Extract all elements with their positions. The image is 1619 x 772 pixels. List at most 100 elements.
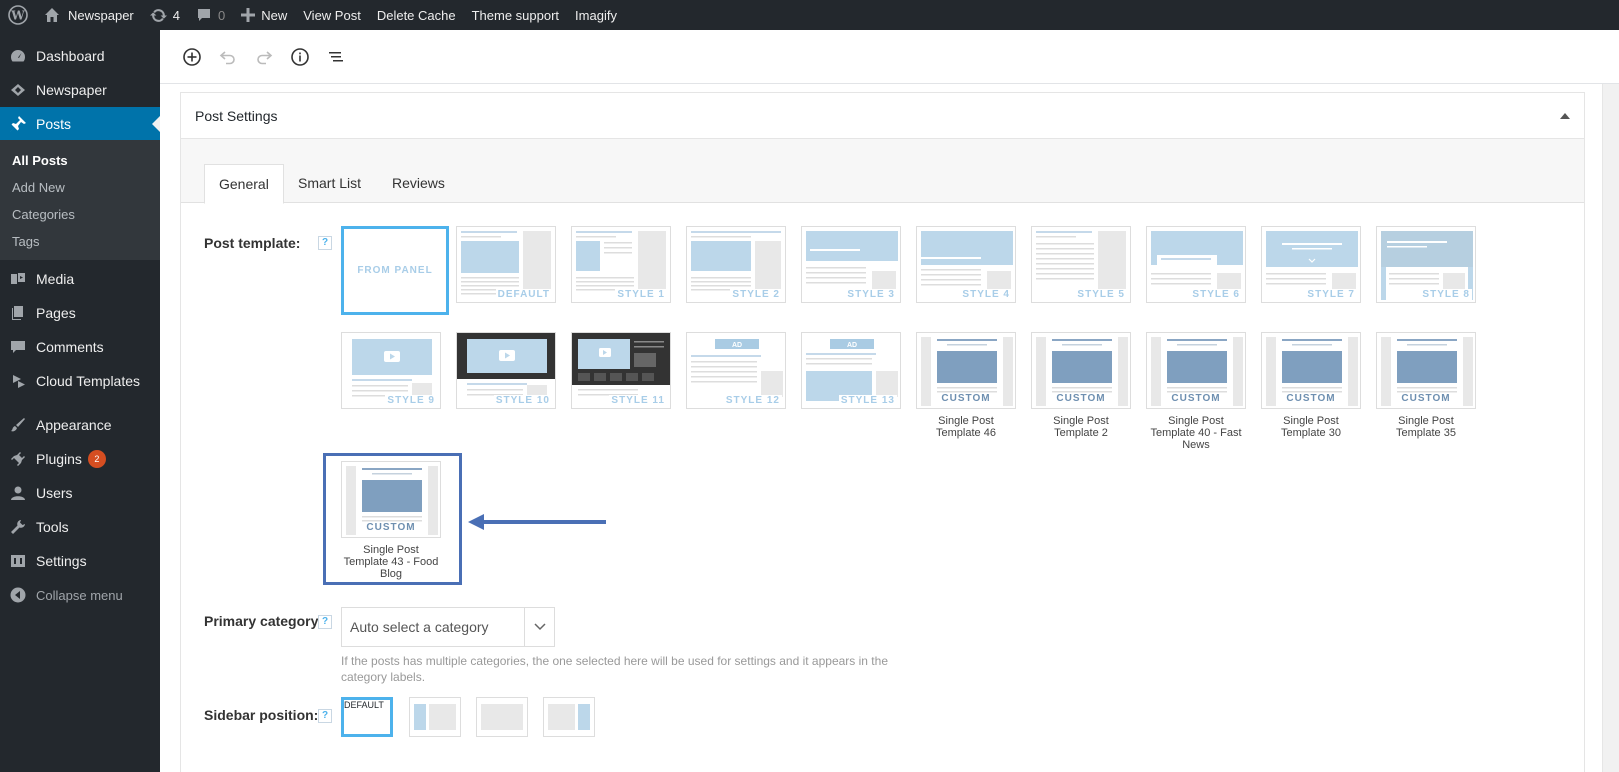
primary-category-label: Primary category: [204,613,324,629]
template-style-6[interactable]: STYLE 6 [1146,226,1246,303]
submenu-add-new[interactable]: Add New [0,174,160,201]
template-custom-30[interactable]: CUSTOM [1261,332,1361,409]
sidebar-item-media[interactable]: Media [0,262,160,296]
primary-category-select[interactable]: Auto select a category [341,607,555,647]
sidebar-item-cloud-templates[interactable]: Cloud Templates [0,364,160,398]
sidebar-item-label: Tools [36,519,69,535]
template-style-3[interactable]: STYLE 3 [801,226,901,303]
updates-link[interactable]: 4 [142,0,188,30]
undo-button[interactable] [210,39,246,75]
tab-reviews[interactable]: Reviews [378,164,459,204]
sidebar-item-posts[interactable]: Posts [0,107,160,140]
template-caption: Single Post Template 2 [1053,415,1109,439]
template-style-4[interactable]: STYLE 4 [916,226,1016,303]
submenu-all-posts[interactable]: All Posts [0,147,160,174]
home-icon [45,8,59,22]
wordpress-logo-button[interactable]: W [0,0,36,30]
submenu-categories[interactable]: Categories [0,201,160,228]
template-option-label: STYLE 7 [1305,289,1357,300]
pin-icon [9,115,27,133]
comments-count: 0 [218,7,226,23]
template-from-panel[interactable]: FROM PANEL [341,226,449,315]
users-icon [9,484,27,502]
post-template-help[interactable]: ? [318,236,332,250]
sidebar-item-dashboard[interactable]: Dashboard [0,39,160,73]
sidebar-item-label: Users [36,485,73,501]
tab-smart-list[interactable]: Smart List [284,164,375,204]
template-custom-43-food-blog[interactable]: CUSTOM [341,461,441,538]
template-style-13[interactable]: AD STYLE 13 [801,332,901,409]
view-post-link[interactable]: View Post [295,0,369,30]
undo-icon [219,50,235,64]
block-navigation-button[interactable] [318,39,354,75]
template-style-8[interactable]: STYLE 8 [1376,226,1476,303]
site-name-link[interactable]: Newspaper [36,0,142,30]
template-custom-2[interactable]: CUSTOM [1031,332,1131,409]
content-info-button[interactable] [282,39,318,75]
comments-icon [9,338,27,356]
sidebar-item-plugins[interactable]: Plugins 2 [0,442,160,476]
template-option-label: DEFAULT [495,289,552,300]
info-icon [291,47,309,66]
sidebar-item-comments[interactable]: Comments [0,330,160,364]
sidebar-position-help[interactable]: ? [318,709,332,723]
template-style-5[interactable]: STYLE 5 [1031,226,1131,303]
template-option-label: STYLE 11 [609,395,667,406]
template-custom-46[interactable]: CUSTOM [916,332,1016,409]
imagify-link[interactable]: Imagify [567,0,625,30]
sidebar-left-thumb [414,704,456,730]
delete-cache-link[interactable]: Delete Cache [369,0,464,30]
template-style-7[interactable]: STYLE 7 [1261,226,1361,303]
media-icon [9,270,27,288]
sidebar-default-label: DEFAULT [344,700,384,710]
template-option-label: STYLE 8 [1420,289,1472,300]
sidebar-position-left[interactable] [409,697,461,737]
add-block-button[interactable] [174,39,210,75]
sidebar-item-pages[interactable]: Pages [0,296,160,330]
template-custom-35[interactable]: CUSTOM [1376,332,1476,409]
template-custom-40[interactable]: CUSTOM [1146,332,1246,409]
template-style-10[interactable]: STYLE 10 [456,332,556,409]
svg-text:W: W [10,9,25,23]
sidebar-right-thumb [548,704,590,730]
redo-icon [257,50,273,64]
sidebar-position-default[interactable]: DEFAULT [341,697,393,737]
sidebar-item-users[interactable]: Users [0,476,160,510]
post-settings-header[interactable]: Post Settings [181,93,1584,139]
new-content-link[interactable]: New [233,0,295,30]
sidebar-item-settings[interactable]: Settings [0,544,160,578]
template-style-12[interactable]: AD STYLE 12 [686,332,786,409]
template-style-1[interactable]: STYLE 1 [571,226,671,303]
tab-general[interactable]: General [204,164,284,204]
sidebar-item-newspaper[interactable]: Newspaper [0,73,160,107]
comments-link[interactable]: 0 [188,0,233,30]
template-style-2[interactable]: STYLE 2 [686,226,786,303]
sidebar-position-right[interactable] [543,697,595,737]
template-default[interactable]: DEFAULT [456,226,556,303]
sidebar-item-label: Appearance [36,417,112,433]
collapse-triangle-icon[interactable] [1560,112,1570,120]
sidebar-item-appearance[interactable]: Appearance [0,408,160,442]
submenu-tags[interactable]: Tags [0,228,160,255]
content-scrollbar[interactable] [1602,84,1619,772]
sidebar-item-tools[interactable]: Tools [0,510,160,544]
annotation-arrow-icon [468,514,606,530]
collapse-menu-button[interactable]: Collapse menu [0,578,160,612]
plugin-icon [9,450,27,468]
pages-icon [9,304,27,322]
new-label: New [261,7,288,23]
list-outline-icon [329,51,343,61]
template-style-11[interactable]: STYLE 11 [571,332,671,409]
primary-category-help[interactable]: ? [318,615,332,629]
sidebar-item-label: Dashboard [36,48,105,64]
post-template-label: Post template: [204,235,301,251]
updates-icon [149,8,167,22]
admin-bar: W Newspaper 4 0 New View Post Delete Cac… [0,0,1619,30]
theme-support-link[interactable]: Theme support [464,0,567,30]
plugins-update-badge: 2 [87,450,106,468]
sidebar-position-none[interactable] [476,697,528,737]
wrench-icon [9,518,27,536]
redo-button[interactable] [246,39,282,75]
sidebar-item-label: Comments [36,339,104,355]
template-style-9[interactable]: STYLE 9 [341,332,441,409]
